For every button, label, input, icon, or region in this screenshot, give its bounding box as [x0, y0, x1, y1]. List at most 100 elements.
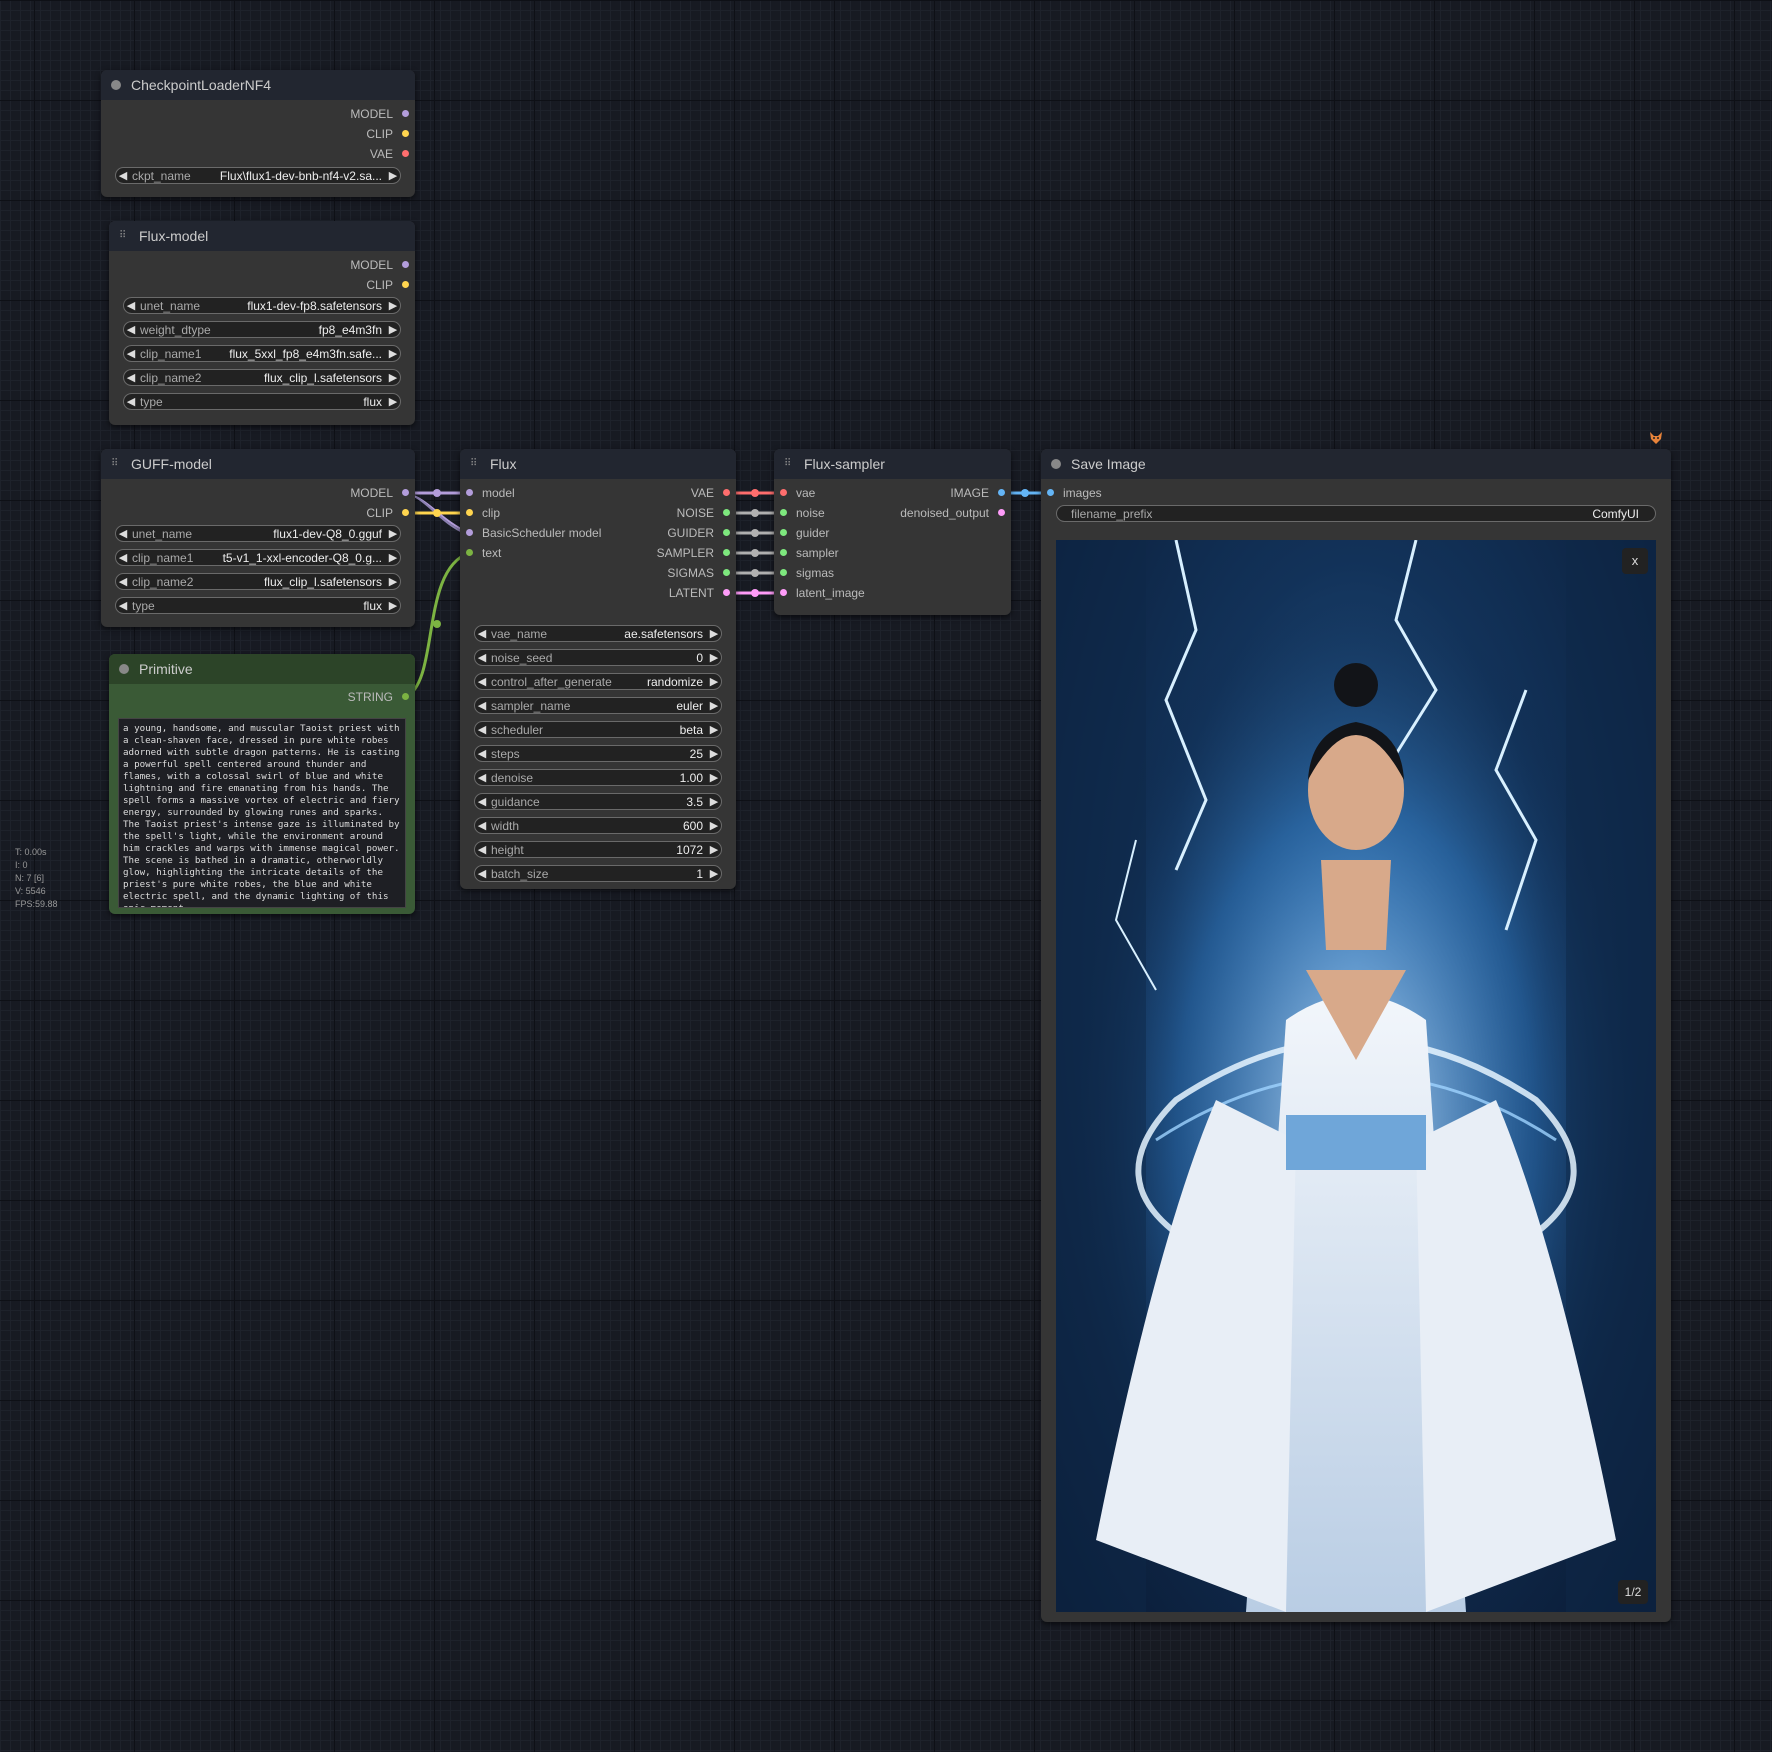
slot-dot-icon[interactable]: [723, 529, 730, 536]
node-title-bar[interactable]: Save Image: [1041, 449, 1671, 479]
flux-node[interactable]: ⠿ Flux model clip BasicScheduler model t…: [460, 449, 736, 889]
widget-vae-name[interactable]: ◀ vae_name ae.safetensors ▶: [474, 625, 722, 642]
node-title-bar[interactable]: ⠿ Flux: [460, 449, 736, 479]
output-vae[interactable]: VAE: [691, 483, 736, 503]
arrow-left-icon[interactable]: ◀: [475, 819, 489, 832]
output-clip[interactable]: CLIP: [366, 503, 415, 523]
node-title-bar[interactable]: ⠿ GUFF-model: [101, 449, 415, 479]
page-indicator[interactable]: 1/2: [1618, 1580, 1648, 1604]
arrow-left-icon[interactable]: ◀: [475, 747, 489, 760]
widget-control-after-generate[interactable]: ◀ control_after_generate randomize ▶: [474, 673, 722, 690]
output-sigmas[interactable]: SIGMAS: [667, 563, 736, 583]
arrow-left-icon[interactable]: ◀: [475, 795, 489, 808]
slot-dot-icon[interactable]: [998, 509, 1005, 516]
filename-prefix-field[interactable]: filename_prefix ComfyUI: [1056, 505, 1656, 522]
arrow-left-icon[interactable]: ◀: [475, 699, 489, 712]
input-scheduler-model[interactable]: BasicScheduler model: [460, 523, 601, 543]
input-latent-image[interactable]: latent_image: [774, 583, 865, 603]
widget-unet-name[interactable]: ◀ unet_name flux1-dev-Q8_0.gguf ▶: [115, 525, 401, 542]
widget-clip-name2[interactable]: ◀ clip_name2 flux_clip_l.safetensors ▶: [115, 573, 401, 590]
collapse-dot-icon[interactable]: [119, 664, 129, 674]
arrow-right-icon[interactable]: ▶: [707, 699, 721, 712]
arrow-right-icon[interactable]: ▶: [707, 819, 721, 832]
fox-icon[interactable]: [1649, 431, 1663, 445]
output-latent[interactable]: LATENT: [669, 583, 736, 603]
widget-sampler-name[interactable]: ◀ sampler_name euler ▶: [474, 697, 722, 714]
slot-dot-icon[interactable]: [466, 489, 473, 496]
arrow-right-icon[interactable]: ▶: [707, 795, 721, 808]
widget-noise-seed[interactable]: ◀ noise_seed 0 ▶: [474, 649, 722, 666]
arrow-right-icon[interactable]: ▶: [707, 627, 721, 640]
input-images[interactable]: images: [1041, 483, 1102, 503]
arrow-right-icon[interactable]: ▶: [386, 347, 400, 360]
output-vae[interactable]: VAE: [370, 144, 415, 164]
flux-model-node[interactable]: ⠿ Flux-model MODEL CLIP ◀ unet_name flux1-…: [109, 221, 415, 425]
input-sigmas[interactable]: sigmas: [774, 563, 834, 583]
arrow-right-icon[interactable]: ▶: [386, 323, 400, 336]
slot-dot-icon[interactable]: [402, 150, 409, 157]
arrow-left-icon[interactable]: ◀: [124, 323, 138, 336]
node-title-bar[interactable]: CheckpointLoaderNF4: [101, 70, 415, 100]
arrow-left-icon[interactable]: ◀: [116, 527, 130, 540]
grip-icon[interactable]: ⠿: [111, 459, 121, 469]
node-title-bar[interactable]: Primitive: [109, 654, 415, 684]
arrow-left-icon[interactable]: ◀: [124, 371, 138, 384]
output-model[interactable]: MODEL: [350, 104, 415, 124]
collapse-dot-icon[interactable]: [111, 80, 121, 90]
slot-dot-icon[interactable]: [780, 569, 787, 576]
prompt-textarea[interactable]: a young, handsome, and muscular Taoist p…: [118, 718, 406, 908]
output-guider[interactable]: GUIDER: [667, 523, 736, 543]
slot-dot-icon[interactable]: [723, 569, 730, 576]
slot-dot-icon[interactable]: [723, 549, 730, 556]
arrow-left-icon[interactable]: ◀: [475, 675, 489, 688]
arrow-left-icon[interactable]: ◀: [116, 575, 130, 588]
widget-batch-size[interactable]: ◀ batch_size 1 ▶: [474, 865, 722, 882]
slot-dot-icon[interactable]: [723, 489, 730, 496]
arrow-right-icon[interactable]: ▶: [386, 299, 400, 312]
arrow-left-icon[interactable]: ◀: [475, 843, 489, 856]
widget-unet-name[interactable]: ◀ unet_name flux1-dev-fp8.safetensors ▶: [123, 297, 401, 314]
arrow-left-icon[interactable]: ◀: [116, 551, 130, 564]
widget-clip-name2[interactable]: ◀ clip_name2 flux_clip_l.safetensors ▶: [123, 369, 401, 386]
arrow-right-icon[interactable]: ▶: [707, 675, 721, 688]
input-text[interactable]: text: [460, 543, 501, 563]
arrow-left-icon[interactable]: ◀: [475, 723, 489, 736]
output-clip[interactable]: CLIP: [366, 124, 415, 144]
widget-type[interactable]: ◀ type flux ▶: [123, 393, 401, 410]
arrow-right-icon[interactable]: ▶: [707, 843, 721, 856]
arrow-right-icon[interactable]: ▶: [386, 169, 400, 182]
widget-clip-name1[interactable]: ◀ clip_name1 flux_5xxl_fp8_e4m3fn.safe... ▶: [123, 345, 401, 362]
arrow-left-icon[interactable]: ◀: [116, 599, 130, 612]
slot-dot-icon[interactable]: [780, 549, 787, 556]
output-noise[interactable]: NOISE: [677, 503, 736, 523]
arrow-left-icon[interactable]: ◀: [116, 169, 130, 182]
widget-clip-name1[interactable]: ◀ clip_name1 t5-v1_1-xxl-encoder-Q8_0.g...…: [115, 549, 401, 566]
primitive-node[interactable]: Primitive STRING a young, handsome, and …: [109, 654, 415, 914]
slot-dot-icon[interactable]: [780, 509, 787, 516]
widget-height[interactable]: ◀ height 1072 ▶: [474, 841, 722, 858]
arrow-left-icon[interactable]: ◀: [475, 771, 489, 784]
slot-dot-icon[interactable]: [1047, 489, 1054, 496]
grip-icon[interactable]: ⠿: [470, 459, 480, 469]
arrow-left-icon[interactable]: ◀: [475, 627, 489, 640]
slot-dot-icon[interactable]: [402, 693, 409, 700]
slot-dot-icon[interactable]: [780, 589, 787, 596]
grip-icon[interactable]: ⠿: [784, 459, 794, 469]
slot-dot-icon[interactable]: [466, 549, 473, 556]
slot-dot-icon[interactable]: [402, 489, 409, 496]
arrow-right-icon[interactable]: ▶: [386, 551, 400, 564]
arrow-right-icon[interactable]: ▶: [707, 651, 721, 664]
guff-model-node[interactable]: ⠿ GUFF-model MODEL CLIP ◀ unet_name flux1-…: [101, 449, 415, 627]
output-image[interactable]: IMAGE: [950, 483, 1011, 503]
widget-denoise[interactable]: ◀ denoise 1.00 ▶: [474, 769, 722, 786]
arrow-right-icon[interactable]: ▶: [386, 527, 400, 540]
arrow-right-icon[interactable]: ▶: [707, 867, 721, 880]
arrow-left-icon[interactable]: ◀: [475, 651, 489, 664]
node-title-bar[interactable]: ⠿ Flux-sampler: [774, 449, 1011, 479]
flux-sampler-node[interactable]: ⠿ Flux-sampler vae noise guider sampler …: [774, 449, 1011, 615]
checkpoint-loader-node[interactable]: CheckpointLoaderNF4 MODEL CLIP VAE ◀ ckp…: [101, 70, 415, 197]
slot-dot-icon[interactable]: [402, 509, 409, 516]
slot-dot-icon[interactable]: [466, 529, 473, 536]
widget-type[interactable]: ◀ type flux ▶: [115, 597, 401, 614]
slot-dot-icon[interactable]: [466, 509, 473, 516]
